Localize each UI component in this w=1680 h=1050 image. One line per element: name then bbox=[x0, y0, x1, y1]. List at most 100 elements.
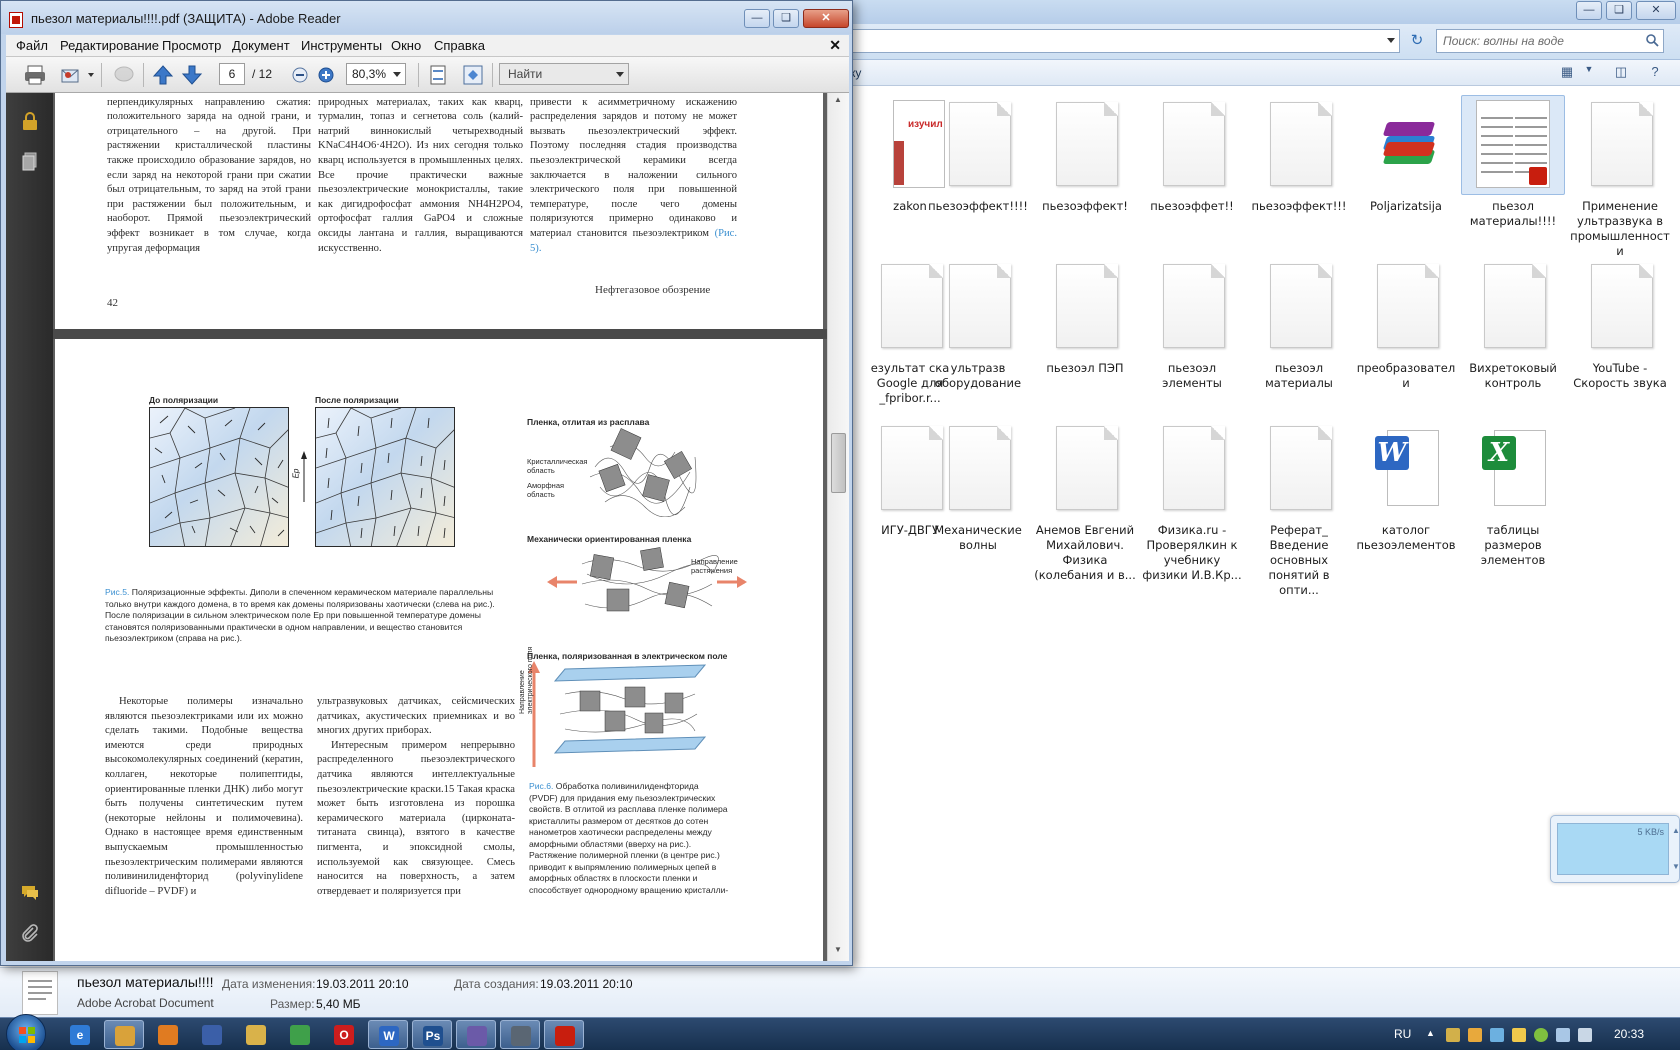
file-label: Poljarizatsija bbox=[1370, 199, 1442, 213]
start-button[interactable] bbox=[6, 1014, 46, 1050]
file-item[interactable]: Реферат_ Введение основных понятий в опт… bbox=[1247, 419, 1351, 598]
view-options-icon[interactable]: ▦ bbox=[1556, 64, 1578, 82]
file-item[interactable]: пьезоэл элементы bbox=[1140, 257, 1244, 391]
taskbar-ie-button[interactable]: e bbox=[60, 1020, 100, 1049]
page43-col2-text-b: Интересным примером непрерывно распредел… bbox=[317, 739, 515, 897]
menu-tools[interactable]: Инструменты bbox=[301, 38, 382, 53]
preview-pane-icon[interactable]: ◫ bbox=[1610, 64, 1632, 82]
fig5-left-title: До поляризации bbox=[149, 395, 219, 405]
scroll-up-icon[interactable]: ▲ bbox=[834, 95, 842, 104]
explorer-minimize-button[interactable]: — bbox=[1576, 1, 1602, 20]
tray-folder-icon[interactable] bbox=[1468, 1028, 1482, 1042]
taskbar-word-button[interactable]: W bbox=[368, 1020, 408, 1049]
file-item[interactable]: пьезол материалы!!!! bbox=[1461, 95, 1565, 229]
menu-view[interactable]: Просмотр bbox=[162, 38, 221, 53]
zoom-in-button[interactable] bbox=[314, 63, 338, 87]
file-item[interactable]: пьезоэффект! bbox=[1033, 95, 1137, 214]
zoom-out-button[interactable] bbox=[288, 63, 312, 87]
page-number: 42 bbox=[107, 297, 118, 309]
reader-close-button[interactable]: ✕ bbox=[803, 9, 849, 28]
file-item[interactable]: пьезоэл ПЭП bbox=[1033, 257, 1137, 376]
scrollbar-thumb[interactable] bbox=[831, 433, 846, 493]
taskbar-media-button[interactable] bbox=[148, 1020, 188, 1049]
comments-icon[interactable] bbox=[20, 883, 40, 903]
help-icon[interactable]: ? bbox=[1644, 64, 1666, 82]
taskbar-save-button[interactable] bbox=[192, 1020, 232, 1049]
view-dropdown-icon[interactable]: ▼ bbox=[1578, 64, 1600, 82]
explorer-maximize-button[interactable]: ❑ bbox=[1606, 1, 1632, 20]
tray-network-icon[interactable] bbox=[1490, 1028, 1504, 1042]
next-page-button[interactable] bbox=[180, 63, 204, 87]
fit-page-button[interactable] bbox=[426, 63, 450, 87]
explorer-close-button[interactable]: ✕ bbox=[1636, 1, 1676, 20]
file-item[interactable]: Xтаблицы размеров элементов bbox=[1461, 419, 1565, 568]
tray-tool-icon[interactable] bbox=[1512, 1028, 1526, 1042]
menu-file[interactable]: Файл bbox=[16, 38, 48, 53]
scroll-down-icon[interactable]: ▼ bbox=[1672, 862, 1680, 871]
scroll-down-icon[interactable]: ▼ bbox=[834, 945, 842, 954]
menu-window[interactable]: Окно bbox=[391, 38, 421, 53]
share-button[interactable] bbox=[59, 63, 83, 87]
vertical-scrollbar[interactable]: ▲ ▼ bbox=[827, 93, 849, 961]
reader-minimize-button[interactable]: — bbox=[744, 9, 770, 28]
scroll-up-icon[interactable]: ▲ bbox=[1672, 826, 1680, 835]
adobe-reader-window: пьезол материалы!!!!.pdf (ЗАЩИТА) - Adob… bbox=[0, 0, 853, 966]
comment-button[interactable] bbox=[112, 63, 136, 87]
menu-help[interactable]: Справка bbox=[434, 38, 485, 53]
refresh-icon[interactable]: ↻ bbox=[1406, 30, 1428, 52]
menu-document[interactable]: Документ bbox=[232, 38, 290, 53]
file-item[interactable]: ультразв оборудование bbox=[926, 257, 1030, 391]
full-screen-button[interactable] bbox=[461, 63, 485, 87]
find-input[interactable]: Найти bbox=[499, 63, 629, 85]
file-item[interactable]: пьезоэффект!!! bbox=[1247, 95, 1351, 214]
tray-signal-icon[interactable] bbox=[1556, 1028, 1570, 1042]
details-pane: пьезол материалы!!!! Adobe Acrobat Docum… bbox=[0, 967, 1680, 1017]
file-item[interactable]: Poljarizatsija bbox=[1354, 95, 1458, 214]
fig5-caption: Рис.5. Поляризационные эффекты. Диполи в… bbox=[105, 587, 503, 645]
chevron-down-icon[interactable] bbox=[1387, 38, 1395, 43]
file-item[interactable]: пьезоэффет!! bbox=[1140, 95, 1244, 214]
reader-maximize-button[interactable]: ❑ bbox=[773, 9, 799, 28]
network-meter-widget[interactable]: 5 KB/s ▲ ▼ bbox=[1550, 815, 1680, 883]
file-item[interactable]: пьезоэл материалы bbox=[1247, 257, 1351, 391]
taskbar-camera-button[interactable] bbox=[500, 1020, 540, 1049]
tray-app-icon[interactable] bbox=[1446, 1028, 1460, 1042]
print-button[interactable] bbox=[23, 63, 47, 87]
file-thumbnail bbox=[1247, 419, 1351, 519]
search-icon[interactable] bbox=[1645, 33, 1659, 47]
file-item[interactable]: Вихретоковый контроль bbox=[1461, 257, 1565, 391]
show-hidden-icons-icon[interactable]: ▲ bbox=[1426, 1028, 1435, 1038]
file-item[interactable]: пьезоэффект!!!! bbox=[926, 95, 1030, 214]
search-input[interactable]: Поиск: волны на воде bbox=[1436, 29, 1664, 53]
document-icon bbox=[1591, 102, 1653, 186]
volume-icon[interactable] bbox=[1578, 1028, 1592, 1042]
file-item[interactable]: Wкатолог пьезоэлементов bbox=[1354, 419, 1458, 553]
chevron-down-icon[interactable] bbox=[88, 73, 94, 77]
file-item[interactable]: Применение ультразвука в промышленности bbox=[1568, 95, 1672, 259]
attachment-icon[interactable] bbox=[20, 923, 40, 943]
language-indicator[interactable]: RU bbox=[1394, 1027, 1411, 1041]
previous-page-button[interactable] bbox=[151, 63, 175, 87]
close-document-icon[interactable]: ✕ bbox=[829, 37, 841, 54]
file-item[interactable]: Механические волны bbox=[926, 419, 1030, 553]
taskbar-photoshop-button[interactable]: Ps bbox=[412, 1020, 452, 1049]
file-item[interactable]: Физика.ru - Проверялкин к учебнику физик… bbox=[1140, 419, 1244, 583]
pages-icon[interactable] bbox=[20, 151, 40, 171]
taskbar-chrome-button[interactable] bbox=[280, 1020, 320, 1049]
lock-icon[interactable] bbox=[20, 111, 40, 131]
file-item[interactable]: преобразователи bbox=[1354, 257, 1458, 391]
tray-shield-icon[interactable] bbox=[1534, 1028, 1548, 1042]
file-item[interactable]: Анемов Евгений Михайлович. Физика (колеб… bbox=[1033, 419, 1137, 583]
taskbar-tools-button[interactable] bbox=[236, 1020, 276, 1049]
page-number-input[interactable]: 6 bbox=[219, 63, 245, 85]
zoom-select[interactable]: 80,3% bbox=[346, 63, 406, 85]
taskbar-explorer-button[interactable] bbox=[104, 1020, 144, 1049]
menu-edit[interactable]: Редактирование bbox=[60, 38, 159, 53]
file-item[interactable]: YouTube - Скорость звука bbox=[1568, 257, 1672, 391]
taskbar-network-button[interactable] bbox=[456, 1020, 496, 1049]
taskbar-opera-button[interactable]: O bbox=[324, 1020, 364, 1049]
taskbar-adobe-reader-button[interactable] bbox=[544, 1020, 584, 1049]
acrobat-badge-icon bbox=[1529, 167, 1547, 185]
document-view[interactable]: электрических зарядов на гранях, перпенд… bbox=[53, 93, 827, 961]
clock[interactable]: 20:33 bbox=[1614, 1027, 1644, 1041]
